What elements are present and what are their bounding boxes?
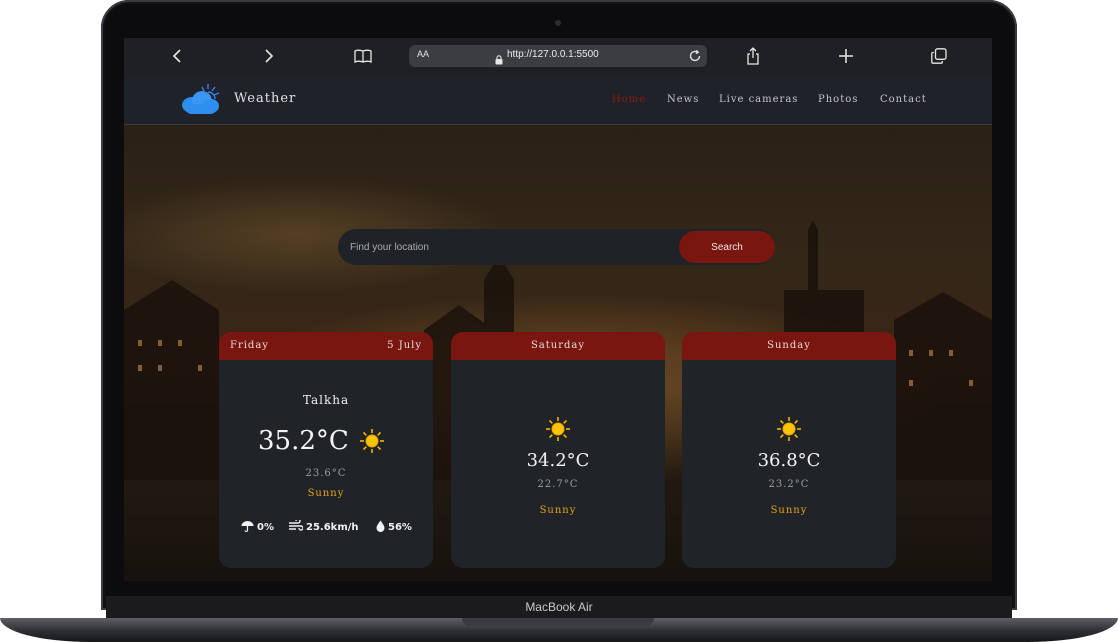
brand-name[interactable]: Weather (234, 91, 296, 106)
weather-condition: Sunny (770, 505, 808, 516)
camera-icon (555, 20, 561, 26)
text-size-button[interactable]: AA (417, 49, 429, 59)
wind-speed: 25.6km/h (289, 518, 359, 535)
location-search-input[interactable] (338, 229, 668, 265)
umbrella-icon (241, 520, 254, 535)
forward-icon[interactable] (258, 45, 280, 67)
low-temperature: 22.7°C (537, 479, 579, 490)
forecast-card-sunday: Sunday 36.8°C 23.2°C Sunny (682, 332, 896, 568)
forecast-card-saturday: Saturday 34.2°C 22.7°C Sunny (451, 332, 665, 568)
day-label: Sunday (767, 340, 811, 351)
weather-logo-icon[interactable] (180, 82, 222, 122)
current-temperature: 35.2°C (258, 426, 349, 456)
share-icon[interactable] (742, 45, 764, 67)
card-header: Sunday (682, 332, 896, 360)
rain-chance-value: 0% (257, 522, 274, 533)
droplet-icon (376, 520, 385, 535)
card-header: Friday 5 July (219, 332, 433, 360)
rain-chance: 0% (241, 520, 274, 535)
max-temperature: 36.8°C (757, 450, 821, 471)
humidity-value: 56% (388, 522, 412, 533)
new-tab-icon[interactable] (835, 45, 857, 67)
back-icon[interactable] (166, 45, 188, 67)
site-navbar: Weather Home News Live cameras Photos Co… (124, 74, 992, 125)
hero-background: Search Friday 5 July Talkha 35.2°C (124, 125, 992, 581)
wind-speed-value: 25.6km/h (306, 522, 359, 533)
nav-photos-link[interactable]: Photos (818, 94, 858, 105)
address-bar[interactable]: AA http://127.0.0.1:5500 (409, 45, 707, 67)
screen: AA http://127.0.0.1:5500 Weather Home Ne… (124, 38, 992, 581)
laptop-chin: MacBook Air (106, 596, 1012, 618)
wind-icon (289, 518, 304, 535)
city-name: Talkha (302, 393, 350, 407)
sun-icon (545, 416, 571, 446)
lock-icon (495, 50, 503, 69)
nav-news-link[interactable]: News (667, 94, 699, 105)
nav-contact-link[interactable]: Contact (880, 94, 927, 105)
date-label: 5 July (387, 340, 422, 351)
laptop-notch (462, 618, 654, 626)
weather-condition: Sunny (539, 505, 577, 516)
browser-toolbar: AA http://127.0.0.1:5500 (124, 38, 992, 74)
max-temperature: 34.2°C (526, 450, 590, 471)
low-temperature: 23.6°C (305, 468, 347, 479)
bookmarks-icon[interactable] (352, 45, 374, 67)
nav-home-link[interactable]: Home (612, 94, 646, 105)
search-button[interactable]: Search (679, 231, 775, 263)
today-forecast-card: Friday 5 July Talkha 35.2°C 23.6°C Sunny (219, 332, 433, 568)
url-text: http://127.0.0.1:5500 (507, 49, 599, 60)
day-label: Saturday (530, 340, 586, 351)
device-label: MacBook Air (525, 600, 593, 614)
sun-icon (359, 428, 385, 458)
nav-live-cameras-link[interactable]: Live cameras (719, 94, 798, 105)
sun-icon (776, 416, 802, 446)
humidity: 56% (376, 520, 412, 535)
reload-icon[interactable] (688, 48, 702, 67)
weather-condition: Sunny (307, 488, 345, 499)
location-search: Search (338, 229, 775, 265)
low-temperature: 23.2°C (768, 479, 810, 490)
day-label: Friday (230, 340, 269, 351)
card-header: Saturday (451, 332, 665, 360)
tabs-overview-icon[interactable] (928, 45, 950, 67)
